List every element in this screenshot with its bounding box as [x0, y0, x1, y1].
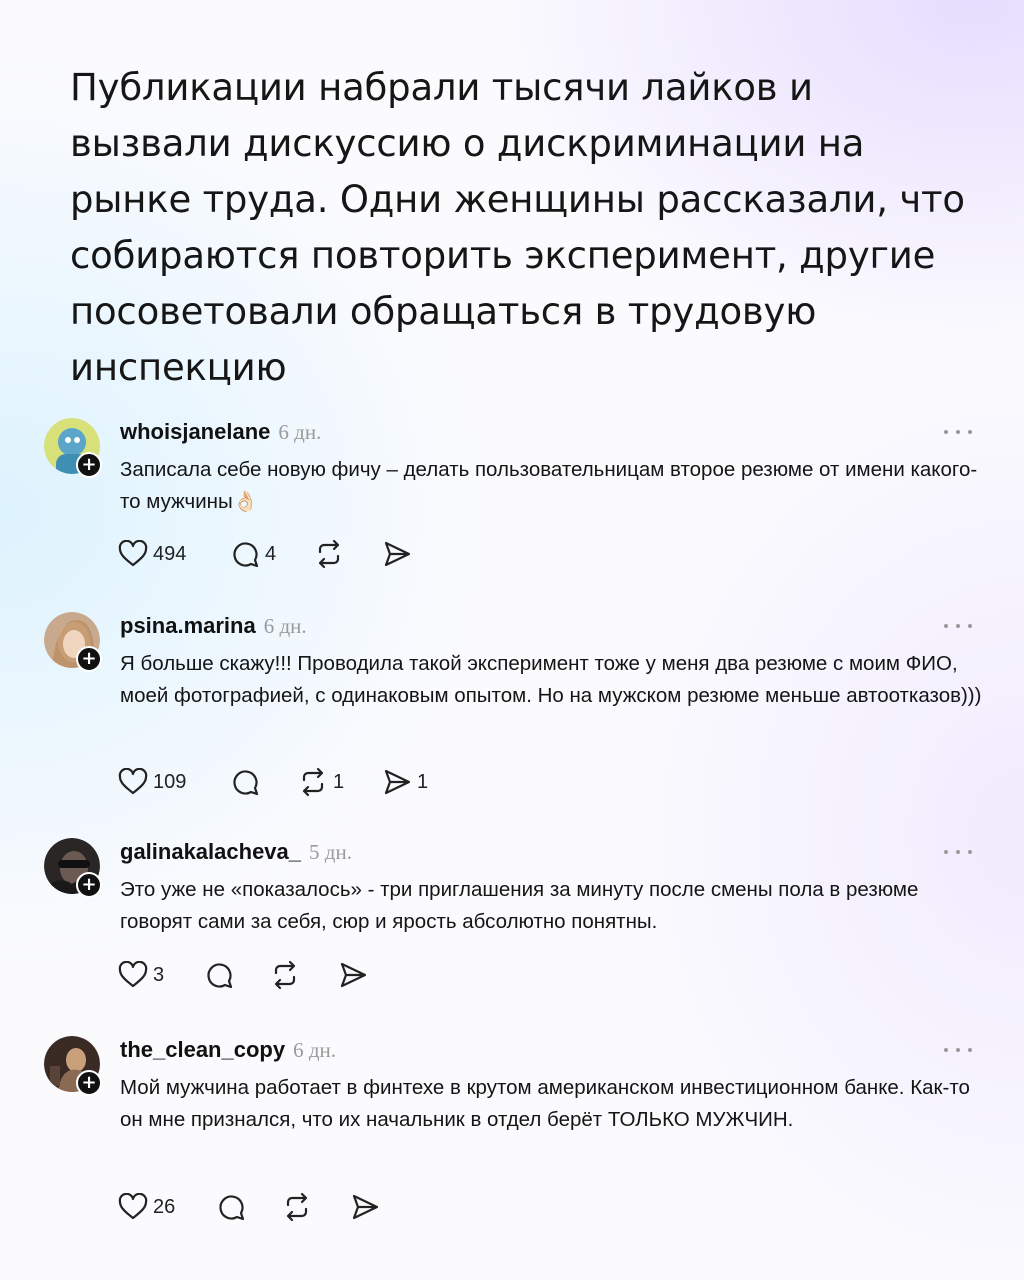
timestamp: 6 дн.: [263, 614, 307, 638]
send-icon: [340, 962, 367, 988]
timestamp: 6 дн.: [278, 420, 322, 444]
comment-meta: whoisjanelane 6 дн.: [120, 418, 321, 446]
username[interactable]: whoisjanelane: [120, 419, 270, 444]
reply-button[interactable]: [216, 1190, 251, 1224]
more-icon[interactable]: [944, 622, 972, 630]
comment-icon: [233, 542, 259, 568]
timestamp: 5 дн.: [309, 840, 352, 864]
avatar[interactable]: +: [44, 1036, 102, 1096]
plus-icon[interactable]: +: [76, 872, 102, 898]
share-button[interactable]: 1: [382, 765, 428, 799]
share-button[interactable]: [338, 958, 373, 992]
repost-button[interactable]: [282, 1190, 317, 1224]
avatar[interactable]: +: [44, 418, 102, 478]
repost-count: 1: [333, 770, 345, 793]
comment-text: Записала себе новую фичу – делать пользо…: [120, 458, 978, 513]
like-button[interactable]: 109: [118, 765, 186, 799]
like-count: 109: [153, 770, 187, 793]
comment-text: Я больше скажу!!! Проводила такой экспер…: [120, 652, 982, 707]
comment-text: Это уже не «показалось» - три приглашени…: [120, 878, 919, 933]
avatar[interactable]: +: [44, 838, 102, 898]
send-icon: [384, 541, 411, 567]
heart-icon: [118, 1193, 148, 1220]
heart-icon: [118, 540, 148, 567]
comment-icon: [207, 963, 233, 989]
avatar[interactable]: +: [44, 612, 102, 672]
like-button[interactable]: 3: [118, 958, 164, 992]
repost-icon: [274, 960, 296, 990]
repost-button[interactable]: [270, 958, 305, 992]
repost-icon: [318, 539, 340, 569]
comment-icon: [219, 1195, 245, 1221]
comment-meta: the_clean_copy 6 дн.: [120, 1036, 336, 1064]
send-icon: [352, 1194, 379, 1220]
more-icon[interactable]: [944, 428, 972, 436]
heart-icon: [118, 961, 148, 988]
heart-icon: [118, 768, 148, 795]
plus-icon[interactable]: +: [76, 452, 102, 478]
share-button[interactable]: [382, 537, 417, 571]
plus-icon[interactable]: +: [76, 1070, 102, 1096]
like-button[interactable]: 26: [118, 1190, 175, 1224]
plus-icon[interactable]: +: [76, 646, 102, 672]
reply-button[interactable]: 4: [230, 537, 276, 571]
timestamp: 6 дн.: [293, 1038, 337, 1062]
comment-text: Мой мужчина работает в финтехе в крутом …: [120, 1076, 970, 1131]
comment-icon: [233, 770, 259, 796]
repost-button[interactable]: [314, 537, 349, 571]
username[interactable]: the_clean_copy: [120, 1037, 285, 1062]
reply-button[interactable]: [230, 765, 265, 799]
send-icon: [384, 769, 411, 795]
repost-button[interactable]: 1: [298, 765, 344, 799]
like-count: 3: [153, 963, 165, 986]
comment-meta: galinakalacheva_ 5 дн.: [120, 838, 352, 866]
reply-button[interactable]: [204, 958, 239, 992]
like-count: 26: [153, 1195, 176, 1218]
share-button[interactable]: [350, 1190, 385, 1224]
share-count: 1: [417, 770, 429, 793]
headline: Публикации набрали тысячи лайков и вызва…: [70, 66, 965, 389]
username[interactable]: galinakalacheva_: [120, 839, 301, 864]
username[interactable]: psina.marina: [120, 613, 256, 638]
repost-icon: [286, 1192, 308, 1222]
like-count: 494: [153, 542, 187, 565]
comment-meta: psina.marina 6 дн.: [120, 612, 307, 640]
more-icon[interactable]: [944, 1046, 972, 1054]
reply-count: 4: [265, 542, 277, 565]
more-icon[interactable]: [944, 848, 972, 856]
repost-icon: [302, 767, 324, 797]
like-button[interactable]: 494: [118, 537, 186, 571]
